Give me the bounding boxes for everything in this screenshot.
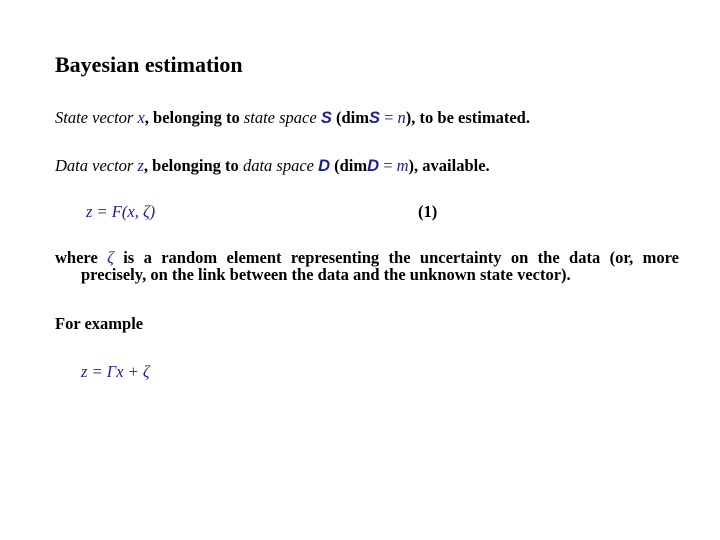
explanation-line-2: precisely, on the link between the data … [81,265,571,284]
state-space-term: state space [243,108,317,127]
example-label: For example [55,314,144,333]
equation-2: z = Γx + ζ [81,362,150,381]
text-fragment: , belonging to [144,108,244,127]
text-fragment: (dim [331,108,369,127]
state-space-symbol-dim: S [368,109,380,127]
data-space-term: data space [242,156,314,175]
data-space-symbol-dim: D [367,157,380,175]
text-fragment: (dim [330,156,368,175]
text-fragment: ), to be estimated. [405,108,530,127]
state-vector-line: State vector x, belonging to state space… [55,108,530,128]
equals-sign: = [379,108,398,127]
text-fragment: ), available. [408,156,490,175]
state-variable: x [137,108,145,127]
explanation-paragraph: where ζ is a random element representing… [55,249,679,283]
slide-title: Bayesian estimation [55,52,243,77]
data-vector-line: Data vector z, belonging to data space D… [55,156,490,176]
state-dimension: n [397,108,406,127]
explanation-line-1: where ζ is a random element representing… [55,249,679,266]
equals-sign: = [379,156,397,175]
equation-1: z = F(x, ζ) [86,202,156,221]
state-space-symbol: S [320,109,332,127]
state-vector-term: State vector [55,108,138,127]
equation-1-number: (1) [418,202,438,221]
data-vector-term: Data vector [55,156,138,175]
text-fragment: , belonging to [143,156,243,175]
data-dimension: m [396,156,409,175]
data-space-symbol: D [318,157,331,175]
